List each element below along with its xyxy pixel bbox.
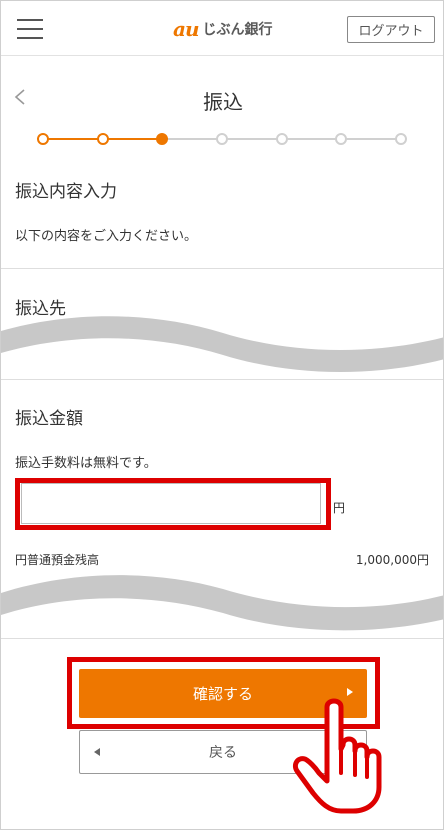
content-cut-wave [1,575,443,631]
stepper-step-7 [395,133,407,145]
stepper-connector [341,138,401,140]
fee-note: 振込手数料は無料です。 [15,456,157,471]
stepper-connector [222,138,282,140]
content-cut-wave [1,316,443,372]
brand-name: じぶん銀行 [202,22,273,38]
back-button-label: 戻る [209,745,237,761]
stepper-step-4 [216,133,228,145]
brand-logo: au じぶん銀行 [173,17,273,41]
header: au じぶん銀行 ログアウト [1,1,443,56]
stepper-connector [281,138,342,140]
stepper-connector [43,138,103,140]
section-heading-input: 振込内容入力 [15,182,117,202]
stepper-step-1 [37,133,49,145]
highlight-box-amount [15,478,331,530]
stepper-step-6 [335,133,348,145]
divider [1,379,443,380]
stepper-step-5 [275,133,288,145]
amount-unit: 円 [333,501,346,515]
divider [1,638,443,639]
progress-stepper [37,132,407,146]
stepper-step-2 [96,133,109,145]
logout-button[interactable]: ログアウト [347,16,435,43]
brand-mark: au [173,17,199,41]
app-frame: au じぶん銀行 ログアウト 振込 振込内容入力 以下の内容をご入力ください。 … [0,0,444,830]
stepper-step-3 [156,133,169,145]
section-heading-amount: 振込金額 [15,409,83,429]
left-arrow-icon [94,748,100,756]
page-title: 振込 [203,90,243,114]
pointing-hand-icon [292,698,382,814]
hamburger-menu-icon[interactable] [17,17,43,41]
stepper-connector [162,138,222,140]
divider [1,268,443,269]
stepper-connector [102,138,163,140]
section-description: 以下の内容をご入力ください。 [15,229,198,244]
